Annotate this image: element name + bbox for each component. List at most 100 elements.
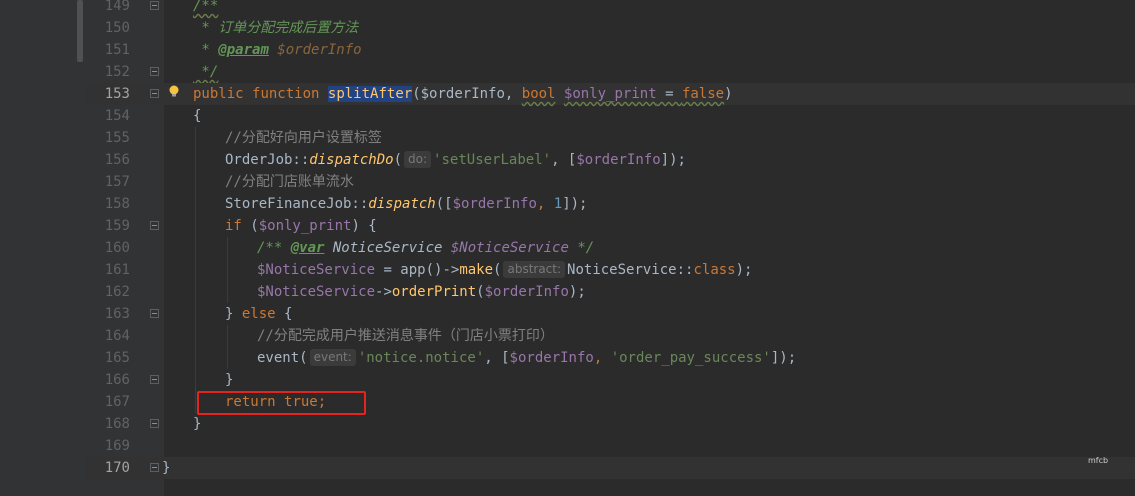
fold-marker-icon[interactable]: [150, 1, 159, 10]
code-line-154[interactable]: 154 {: [86, 105, 1135, 127]
line-number: 153: [104, 86, 130, 102]
line-number: 165: [104, 350, 130, 366]
code-text: }: [193, 416, 202, 432]
code-text: }: [162, 460, 171, 476]
string-literal: 'setUserLabel': [433, 152, 552, 168]
line-number: 167: [104, 394, 130, 410]
code-text: ): [724, 86, 733, 102]
method-call: dispatch: [368, 196, 436, 212]
code-text: ]);: [562, 196, 588, 212]
string-literal: 'order_pay_success': [610, 350, 771, 366]
code-text: ) {: [351, 218, 377, 234]
fold-marker-icon[interactable]: [150, 89, 159, 98]
line-number: 150: [104, 20, 130, 36]
code-line-170[interactable]: 170 }: [86, 457, 1135, 479]
string-literal: 'notice.notice': [357, 350, 485, 366]
line-number: 156: [104, 152, 130, 168]
code-text: (: [476, 284, 485, 300]
code-text: ,: [536, 196, 554, 212]
code-text: {: [193, 108, 202, 124]
code-line-155[interactable]: 155 //分配好向用户设置标签: [86, 127, 1135, 149]
indent-guide: [227, 347, 228, 369]
scrollbar-thumb[interactable]: [77, 0, 83, 62]
indent-guide: [195, 237, 196, 259]
fold-marker-icon[interactable]: [150, 463, 159, 472]
code-line-149[interactable]: 149 /**: [86, 0, 1135, 17]
doc-comment: /**: [257, 240, 291, 256]
indent-guide: [195, 215, 196, 237]
code-line-156[interactable]: 156 OrderJob::dispatchDo(do:'setUserLabe…: [86, 149, 1135, 171]
code-text: }: [225, 306, 242, 322]
code-text: , [: [484, 350, 510, 366]
left-panel-strip: [0, 0, 86, 496]
keyword: false: [681, 86, 725, 102]
method-call: dispatchDo: [309, 152, 394, 168]
keyword: bool: [521, 86, 556, 102]
function-name[interactable]: splitAfter: [327, 86, 413, 102]
indent-guide: [195, 303, 196, 325]
line-number: 149: [104, 0, 130, 14]
line-number: 152: [104, 64, 130, 80]
code-line-162[interactable]: 162 $NoticeService->orderPrint($orderInf…: [86, 281, 1135, 303]
code-text: = app()->: [375, 262, 460, 278]
line-number: 162: [104, 284, 130, 300]
lightbulb-icon[interactable]: [168, 85, 180, 97]
code-line-163[interactable]: 163 } else {: [86, 303, 1135, 325]
line-number: 163: [104, 306, 130, 322]
doc-comment: * 订单分配完成后置方法: [193, 20, 359, 36]
method-call: make: [459, 262, 494, 278]
indent-guide: [195, 347, 196, 369]
fold-marker-icon[interactable]: [150, 221, 159, 230]
code-line-165[interactable]: 165 event(event:'notice.notice', [$order…: [86, 347, 1135, 369]
code-line-158[interactable]: 158 StoreFinanceJob::dispatch([$orderInf…: [86, 193, 1135, 215]
line-comment: //分配门店账单流水: [225, 174, 354, 190]
function-call: event(: [257, 350, 308, 366]
indent-guide: [195, 149, 196, 171]
code-text: , [: [551, 152, 577, 168]
code-line-160[interactable]: 160 /** @var NoticeService $NoticeServic…: [86, 237, 1135, 259]
doc-type: NoticeService: [324, 240, 451, 256]
code-text: (: [393, 152, 403, 168]
code-text: ]);: [770, 350, 797, 366]
code-line-150[interactable]: 150 * 订单分配完成后置方法: [86, 17, 1135, 39]
fold-marker-icon[interactable]: [150, 309, 159, 318]
watermark: mfcb: [1088, 456, 1109, 465]
code-line-169[interactable]: 169: [86, 435, 1135, 457]
code-line-159[interactable]: 159 if ($only_print) {: [86, 215, 1135, 237]
code-line-152[interactable]: 152 */: [86, 61, 1135, 83]
code-text: (: [493, 262, 502, 278]
fold-marker-icon[interactable]: [150, 67, 159, 76]
indent-guide: [195, 391, 196, 413]
code-text: );: [568, 284, 586, 300]
code-line-164[interactable]: 164 //分配完成用户推送消息事件（门店小票打印）: [86, 325, 1135, 347]
doc-comment: */: [568, 240, 595, 256]
fold-marker-icon[interactable]: [150, 375, 159, 384]
doc-var: $NoticeService: [450, 240, 569, 256]
fold-marker-icon[interactable]: [150, 419, 159, 428]
line-number: 157: [104, 174, 130, 190]
class-ref: OrderJob::: [225, 152, 310, 168]
keyword: class: [693, 262, 736, 278]
code-text: =: [656, 86, 682, 102]
code-line-168[interactable]: 168 }: [86, 413, 1135, 435]
indent-guide: [195, 281, 196, 303]
param-hint: abstract:: [503, 261, 566, 278]
code-line-166[interactable]: 166 }: [86, 369, 1135, 391]
code-text: ([: [435, 196, 453, 212]
variable: $NoticeService: [257, 262, 376, 278]
method-call: orderPrint: [391, 284, 477, 300]
code-line-161[interactable]: 161 $NoticeService = app()->make(abstrac…: [86, 259, 1135, 281]
doc-comment: /**: [193, 0, 219, 14]
line-number: 161: [104, 262, 130, 278]
annotation-highlight-box: [197, 391, 366, 415]
code-line-153[interactable]: 153 public function splitAfter($orderInf…: [86, 83, 1135, 105]
line-number: 158: [104, 196, 130, 212]
line-number: 166: [104, 372, 130, 388]
doc-var: $orderInfo: [268, 42, 362, 58]
code-line-151[interactable]: 151 * @param $orderInfo: [86, 39, 1135, 61]
code-line-157[interactable]: 157 //分配门店账单流水: [86, 171, 1135, 193]
variable: $orderInfo: [484, 284, 569, 300]
indent-guide: [195, 127, 196, 149]
line-number: 169: [104, 438, 130, 454]
doc-tag: @var: [290, 240, 325, 256]
